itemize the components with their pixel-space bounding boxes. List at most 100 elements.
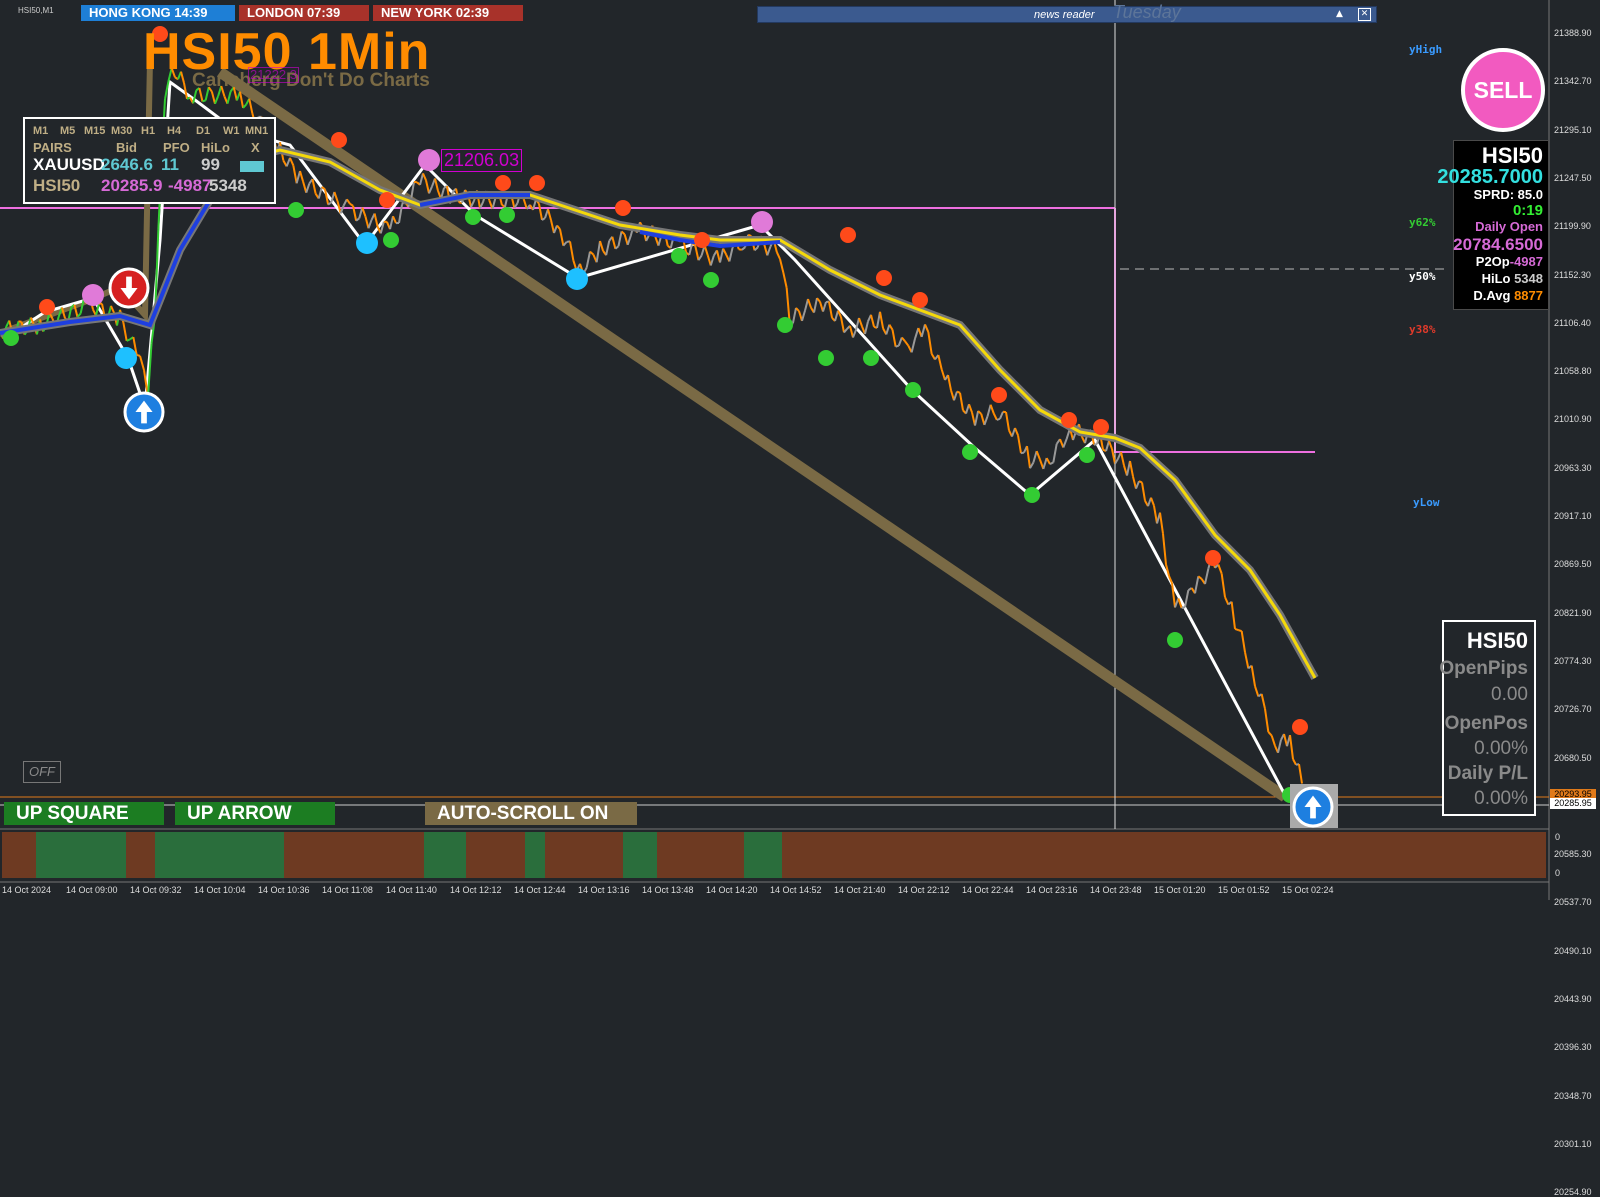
time-tick: 15 Oct 01:20 [1154, 885, 1206, 895]
candle [994, 413, 997, 420]
candle [850, 326, 853, 338]
strength-bar [744, 832, 782, 878]
swing-high-dot [615, 200, 631, 216]
swing-high-dot [1292, 719, 1308, 735]
candle [780, 259, 783, 273]
candle [1290, 735, 1293, 759]
sell-button[interactable]: SELL [1461, 48, 1545, 132]
candle [1235, 629, 1238, 630]
tf-mn1[interactable]: MN1 [245, 125, 268, 137]
pair-bid: 20285.9 [101, 176, 162, 196]
candle [767, 247, 770, 256]
candle [859, 318, 862, 326]
candle [997, 419, 1000, 420]
up-arrow-button[interactable]: UP ARROW [175, 802, 335, 825]
tf-m15[interactable]: M15 [84, 125, 105, 137]
sub-axis-bottom: 0 [1555, 868, 1560, 878]
candle [1021, 453, 1024, 454]
cyan-low-dot [356, 232, 378, 254]
pair-name[interactable]: XAUUSD [33, 155, 105, 175]
info-davg: D.Avg 8877 [1473, 288, 1543, 303]
swing-low-dot [383, 232, 399, 248]
fib-38-label: y38% [1409, 323, 1436, 336]
clock-hong-kong: HONG KONG 14:39 [81, 5, 235, 21]
swing-low-dot [1079, 447, 1095, 463]
candle [1225, 597, 1228, 604]
pl-daily: 0.00% [1474, 788, 1528, 810]
off-button[interactable]: OFF [23, 761, 61, 783]
swing-high-dot [876, 270, 892, 286]
news-reader-bar[interactable]: news reader Tuesday ▲ ✕ [757, 6, 1377, 23]
candle [319, 187, 322, 199]
candle [215, 96, 218, 104]
tf-m30[interactable]: M30 [111, 125, 132, 137]
candle [835, 311, 838, 321]
time-tick: 14 Oct 13:48 [642, 885, 694, 895]
candle [350, 204, 353, 206]
col-bid: Bid [116, 140, 137, 155]
candle [1218, 565, 1221, 574]
candle [557, 226, 560, 230]
strength-bar [466, 832, 525, 878]
swing-low-dot [499, 207, 515, 223]
clock-new-york: NEW YORK 02:39 [373, 5, 523, 21]
candle [1262, 694, 1265, 709]
tf-d1[interactable]: D1 [196, 125, 210, 137]
info-hilo: HiLo 5348 [1482, 271, 1543, 286]
collapse-icon[interactable]: ▲ [1333, 8, 1346, 21]
candle [991, 405, 994, 414]
time-tick: 14 Oct 21:40 [834, 885, 886, 895]
up-square-button[interactable]: UP SQUARE [4, 802, 164, 825]
col-x: X [251, 140, 260, 155]
candle [905, 341, 908, 345]
pl-open-pos: 0.00% [1474, 738, 1528, 760]
candle [628, 236, 631, 245]
candle [435, 179, 438, 191]
pink-high-dot [418, 149, 440, 171]
candle [912, 339, 915, 353]
tf-h4[interactable]: H4 [167, 125, 181, 137]
candle [240, 92, 243, 108]
pink-step-line [1115, 208, 1315, 452]
swing-low-dot [1167, 632, 1183, 648]
candle [981, 414, 984, 425]
candle [698, 256, 701, 261]
candle [1015, 428, 1018, 435]
swing-low-dot [288, 202, 304, 218]
pair-name[interactable]: HSI50 [33, 176, 80, 196]
chart-subtitle: Carlsberg Don't Do Charts [192, 70, 430, 92]
candle [748, 235, 751, 236]
auto-scroll-button[interactable]: AUTO-SCROLL ON [425, 802, 637, 825]
strength-bar [782, 832, 1546, 878]
price-tick: 20821.90 [1554, 608, 1592, 618]
candle [212, 92, 215, 104]
strength-bar [126, 832, 155, 878]
pl-symbol: HSI50 [1467, 628, 1528, 654]
candle [1265, 709, 1268, 732]
candle [783, 273, 786, 288]
candle [1000, 412, 1003, 419]
tf-m5[interactable]: M5 [60, 125, 75, 137]
pair-hilo: 5348 [209, 176, 247, 196]
symbol-info-panel: HSI50 20285.7000 SPRD: 85.0 0:19 Daily O… [1453, 140, 1549, 310]
close-icon[interactable]: ✕ [1358, 8, 1371, 21]
candle [554, 226, 557, 233]
candle [896, 346, 899, 347]
time-tick: 14 Oct 22:12 [898, 885, 950, 895]
candle [1136, 481, 1139, 488]
price-tick: 20680.50 [1554, 753, 1592, 763]
candle [899, 338, 902, 346]
candle [618, 231, 621, 246]
tf-w1[interactable]: W1 [223, 125, 240, 137]
tf-h1[interactable]: H1 [141, 125, 155, 137]
candle [429, 186, 432, 193]
candle [802, 311, 805, 321]
tf-m1[interactable]: M1 [33, 125, 48, 137]
pink-high-dot [751, 211, 773, 233]
candle [393, 216, 396, 223]
time-tick: 14 Oct 10:04 [194, 885, 246, 895]
candle [841, 317, 844, 333]
yellow-ma-line [240, 150, 1315, 678]
candle [137, 355, 140, 356]
pair-pfo: 11 [161, 155, 179, 175]
